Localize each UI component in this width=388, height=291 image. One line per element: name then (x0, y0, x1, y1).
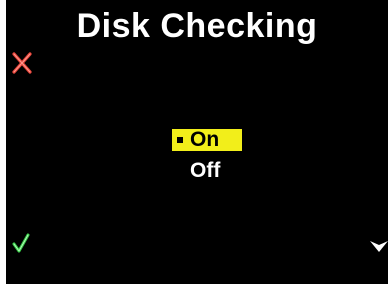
option-off-label: Off (190, 159, 221, 182)
camera-menu-screen: Disk Checking On Off (6, 0, 388, 284)
chevron-down-icon[interactable] (369, 238, 388, 254)
disk-checking-options: On Off (6, 0, 388, 284)
checkmark-icon[interactable] (12, 233, 30, 253)
option-off[interactable]: Off (190, 160, 220, 182)
option-on-label: On (190, 128, 220, 151)
selected-marker (177, 137, 183, 143)
option-on[interactable]: On (172, 129, 242, 151)
